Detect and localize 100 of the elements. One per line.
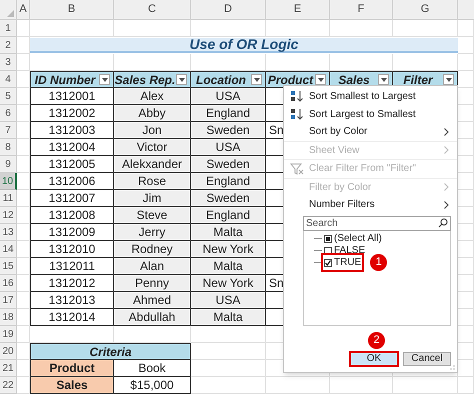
row-number[interactable]: 20 — [0, 343, 17, 360]
row-number[interactable]: 10 — [0, 173, 17, 190]
row-number[interactable]: 6 — [0, 105, 17, 122]
empty-cell — [17, 258, 30, 275]
table-cell: Malta — [191, 224, 266, 241]
table-cell: Jon — [114, 122, 191, 139]
filter-dropdown-button[interactable] — [315, 74, 326, 85]
step-badge: 1 — [370, 254, 388, 271]
row-number[interactable]: 4 — [0, 71, 17, 88]
empty-cell — [17, 173, 30, 190]
row-number[interactable]: 21 — [0, 360, 17, 377]
table-cell: England — [191, 105, 266, 122]
table-cell: Rose — [114, 173, 191, 190]
empty-cell — [266, 20, 330, 37]
table-cell: Jim — [114, 190, 191, 207]
row-number[interactable]: 17 — [0, 292, 17, 309]
value-checkbox[interactable]: TRUE — [323, 255, 362, 270]
sort-ascending-icon — [290, 90, 304, 104]
table-cell: Sweden — [191, 190, 266, 207]
chevron-right-icon — [444, 146, 449, 154]
row-number[interactable]: 22 — [0, 377, 17, 394]
step-badge: 2 — [368, 332, 385, 348]
row-number[interactable]: 12 — [0, 207, 17, 224]
row-number[interactable]: 8 — [0, 139, 17, 156]
caret-down-icon — [380, 78, 386, 82]
resize-grip-icon — [450, 365, 455, 370]
filter-dropdown-button[interactable] — [443, 74, 454, 85]
empty-cell — [17, 241, 30, 258]
column-letter[interactable]: B — [30, 0, 114, 19]
row-number[interactable]: 15 — [0, 258, 17, 275]
empty-cell — [330, 377, 393, 394]
partial-check-icon — [326, 236, 330, 240]
row-number[interactable]: 9 — [0, 156, 17, 173]
column-letter[interactable]: C — [114, 0, 191, 19]
table-cell: Rodney — [114, 241, 191, 258]
row-number[interactable]: 16 — [0, 275, 17, 292]
filter-dropdown-button[interactable] — [378, 74, 389, 85]
row-number[interactable]: 5 — [0, 88, 17, 105]
row-number[interactable]: 11 — [0, 190, 17, 207]
row-number[interactable]: 14 — [0, 241, 17, 258]
empty-cell — [17, 309, 30, 326]
menu-item[interactable]: Number Filters — [284, 196, 457, 214]
empty-cell — [458, 20, 474, 37]
search-icon — [438, 218, 448, 228]
column-letter[interactable]: G — [393, 0, 458, 19]
caret-down-icon — [318, 78, 324, 82]
filter-dropdown-button[interactable] — [176, 74, 187, 85]
search-field[interactable]: Search — [303, 216, 451, 230]
empty-cell — [17, 292, 30, 309]
column-header: Filter — [402, 72, 434, 88]
table-cell: New York — [191, 275, 266, 292]
table-cell: New York — [191, 241, 266, 258]
caret-down-icon — [254, 78, 260, 82]
column-letter[interactable]: D — [191, 0, 266, 19]
empty-cell — [17, 275, 30, 292]
table-cell: Sweden — [191, 156, 266, 173]
value-checkbox[interactable]: (Select All) — [323, 231, 383, 246]
row-number[interactable]: 19 — [0, 326, 17, 343]
sort-descending-icon — [290, 108, 304, 121]
dialog-button[interactable]: OK — [350, 352, 398, 366]
column-header: Location — [195, 72, 247, 88]
empty-cell — [17, 207, 30, 224]
table-cell: Victor — [114, 139, 191, 156]
menu-item[interactable]: Sort Largest to Smallest — [284, 106, 457, 123]
chevron-right-icon — [444, 183, 449, 192]
criteria-title: Criteria — [30, 343, 191, 360]
row-number[interactable]: 18 — [0, 309, 17, 326]
row-number[interactable]: 13 — [0, 224, 17, 241]
table-cell: England — [191, 207, 266, 224]
caret-down-icon — [446, 78, 452, 82]
empty-cell — [17, 224, 30, 241]
table-cell: Alekxander — [114, 156, 191, 173]
dialog-button[interactable]: Cancel — [403, 352, 451, 366]
column-letter[interactable]: E — [266, 0, 330, 19]
column-letter[interactable]: F — [330, 0, 393, 19]
clear-filter-icon — [290, 162, 304, 175]
empty-cell — [17, 139, 30, 156]
filter-dropdown-button[interactable] — [251, 74, 262, 85]
filter-dropdown-button[interactable] — [99, 74, 110, 85]
caret-down-icon — [102, 78, 108, 82]
caret-down-icon — [178, 78, 184, 82]
value-checkbox[interactable]: FALSE — [323, 243, 366, 258]
row-number[interactable]: 2 — [0, 37, 17, 54]
table-cell: Ahmed — [114, 292, 191, 309]
table-cell: USA — [191, 139, 266, 156]
table-cell: Steve — [114, 207, 191, 224]
row-number[interactable]: 1 — [0, 20, 17, 37]
empty-cell — [393, 377, 458, 394]
row-number[interactable]: 7 — [0, 122, 17, 139]
empty-cell — [17, 20, 30, 37]
empty-cell — [17, 190, 30, 207]
chevron-right-icon — [444, 128, 449, 136]
table-cell: Alex — [114, 88, 191, 105]
row-number[interactable]: 3 — [0, 54, 17, 71]
column-letter[interactable]: A — [17, 0, 30, 19]
empty-cell — [17, 122, 30, 139]
checkmark-icon — [325, 260, 331, 266]
column-header: Product — [266, 72, 314, 88]
criteria-value: $15,000 — [114, 377, 191, 394]
menu-item[interactable]: Sort Smallest to Largest — [284, 88, 457, 106]
